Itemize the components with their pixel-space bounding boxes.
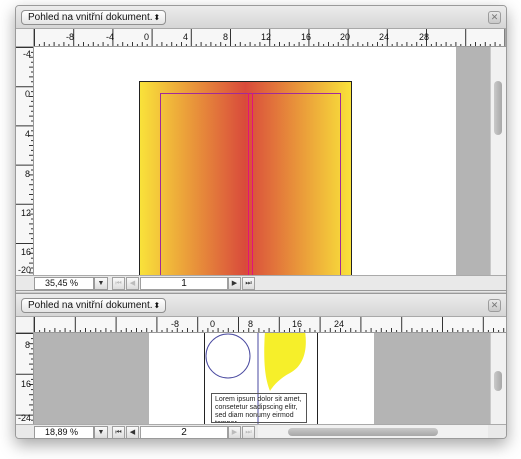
view-menu-label: Pohled na vnitřní dokument. [28, 12, 153, 23]
zoom-field[interactable]: 18,89 % [34, 426, 94, 438]
bottom-horizontal-scrollbar[interactable] [258, 425, 488, 438]
bottom-pasteboard[interactable]: Lorem ipsum dolor sit amet, consetetur s… [34, 333, 490, 424]
bottom-horizontal-ruler-ticks [34, 317, 505, 332]
bottom-view-close-button[interactable]: ✕ [488, 299, 501, 312]
top-view-close-button[interactable]: ✕ [488, 11, 501, 24]
page-2[interactable]: Lorem ipsum dolor sit amet, consetetur s… [204, 333, 318, 424]
v-ruler-label: 8 [25, 169, 31, 179]
h-ruler-label: 8 [248, 319, 254, 329]
top-statusbar: 35,45 % ▼ ⏮ ◀ 1 ▶ ⏭ [16, 275, 506, 290]
previous-page-button[interactable]: ◀ [126, 277, 139, 290]
previous-page-icon: ◀ [129, 280, 136, 287]
v-ruler-label: 12 [21, 208, 32, 218]
first-page-icon: ⏮ [115, 280, 122, 287]
top-vertical-ruler-ticks [16, 47, 33, 274]
ruler-origin-corner[interactable] [16, 29, 34, 47]
h-ruler-label: -4 [106, 32, 115, 42]
bottom-statusbar: 18,89 % ▼ ⏮ ◀ 2 ▶ ⏭ [16, 424, 506, 438]
h-ruler-label: 16 [292, 319, 303, 329]
previous-page-button[interactable]: ◀ [126, 426, 139, 438]
text-frame[interactable]: Lorem ipsum dolor sit amet, consetetur s… [211, 393, 307, 423]
top-view-titlebar: Pohled na vnitřní dokument.⬍ ✕ [16, 6, 506, 29]
first-page-button[interactable]: ⏮ [112, 277, 125, 290]
view-menu-label: Pohled na vnitřní dokument. [28, 300, 153, 311]
spine-guide [252, 93, 253, 275]
circle-frame [205, 333, 251, 379]
bottom-view-titlebar: Pohled na vnitřní dokument.⬍ ✕ [16, 294, 506, 317]
next-page-icon: ▶ [231, 280, 238, 287]
top-view-menu-button[interactable]: Pohled na vnitřní dokument.⬍ [21, 10, 167, 25]
h-ruler-label: -8 [66, 32, 75, 42]
page-number-field[interactable]: 2 [140, 426, 228, 438]
last-page-button[interactable]: ⏭ [242, 277, 255, 290]
h-ruler-label: 16 [301, 32, 312, 42]
top-vertical-scroll-thumb[interactable] [494, 81, 502, 135]
next-page-button[interactable]: ▶ [228, 426, 241, 438]
zoom-dropdown-button[interactable]: ▼ [94, 426, 108, 438]
zoom-field[interactable]: 35,45 % [34, 277, 94, 290]
bottom-vertical-scroll-thumb[interactable] [494, 371, 502, 391]
bottom-view-pane: Pohled na vnitřní dokument.⬍ ✕ -8 0 8 16… [16, 294, 506, 438]
v-ruler-label: 16 [21, 379, 32, 389]
first-page-button[interactable]: ⏮ [112, 426, 125, 438]
v-ruler-label: -20 [18, 265, 32, 275]
yellow-shape [264, 333, 306, 391]
h-ruler-label: 20 [340, 32, 351, 42]
h-ruler-label: 28 [419, 32, 430, 42]
v-ruler-label: -4 [23, 49, 32, 59]
last-page-icon: ⏭ [245, 280, 252, 287]
h-ruler-label: 24 [334, 319, 345, 329]
zoom-dropdown-button[interactable]: ▼ [94, 277, 108, 290]
top-vertical-scrollbar[interactable] [490, 47, 506, 275]
v-ruler-label: 0 [25, 89, 31, 99]
h-ruler-label: 8 [223, 32, 229, 42]
h-ruler-label: 24 [379, 32, 390, 42]
top-pasteboard[interactable] [34, 47, 490, 275]
bottom-horizontal-scroll-thumb[interactable] [288, 428, 438, 436]
first-page-icon: ⏮ [115, 429, 122, 436]
v-ruler-label: 8 [25, 340, 31, 350]
close-icon: ✕ [490, 12, 499, 22]
h-ruler-label: 0 [144, 32, 150, 42]
h-ruler-label: 12 [261, 32, 272, 42]
chevron-down-icon: ▼ [97, 280, 105, 287]
bottom-view-menu-button[interactable]: Pohled na vnitřní dokument.⬍ [21, 298, 167, 313]
bottom-vertical-scrollbar[interactable] [490, 333, 506, 424]
top-vertical-ruler[interactable]: -4 0 4 8 12 16 -20 [16, 47, 34, 275]
chevron-down-icon: ▼ [97, 429, 105, 436]
next-page-icon: ▶ [231, 429, 238, 436]
bottom-vertical-ruler[interactable]: 8 16 -24 [16, 333, 34, 424]
v-ruler-label: -24 [18, 413, 32, 423]
bottom-horizontal-ruler[interactable]: -8 0 8 16 24 [34, 317, 506, 333]
page-number-field[interactable]: 1 [140, 277, 228, 290]
h-ruler-label: 0 [210, 319, 216, 329]
close-icon: ✕ [490, 300, 499, 310]
ruler-origin-corner[interactable] [16, 317, 34, 333]
next-page-button[interactable]: ▶ [228, 277, 241, 290]
h-ruler-label: 4 [183, 32, 189, 42]
h-ruler-label: -8 [171, 319, 180, 329]
previous-page-icon: ◀ [129, 429, 136, 436]
spine-guide [248, 93, 249, 275]
pasteboard-gray-area [34, 333, 149, 424]
page-with-gradient[interactable] [139, 81, 352, 275]
last-page-icon: ⏭ [245, 429, 252, 436]
margin-guide [160, 93, 341, 275]
v-ruler-label: 16 [21, 247, 32, 257]
document-window: Pohled na vnitřní dokument.⬍ ✕ -8 -4 0 4… [15, 5, 507, 439]
pasteboard-gray-area [374, 333, 490, 424]
pasteboard-gray-area [456, 47, 490, 275]
v-ruler-label: 4 [25, 129, 31, 139]
popup-arrows-icon: ⬍ [153, 301, 161, 310]
popup-arrows-icon: ⬍ [153, 13, 161, 22]
top-view-pane: Pohled na vnitřní dokument.⬍ ✕ -8 -4 0 4… [16, 6, 506, 290]
top-horizontal-ruler[interactable]: -8 -4 0 4 8 12 16 20 24 28 [34, 29, 506, 47]
last-page-button[interactable]: ⏭ [242, 426, 255, 438]
